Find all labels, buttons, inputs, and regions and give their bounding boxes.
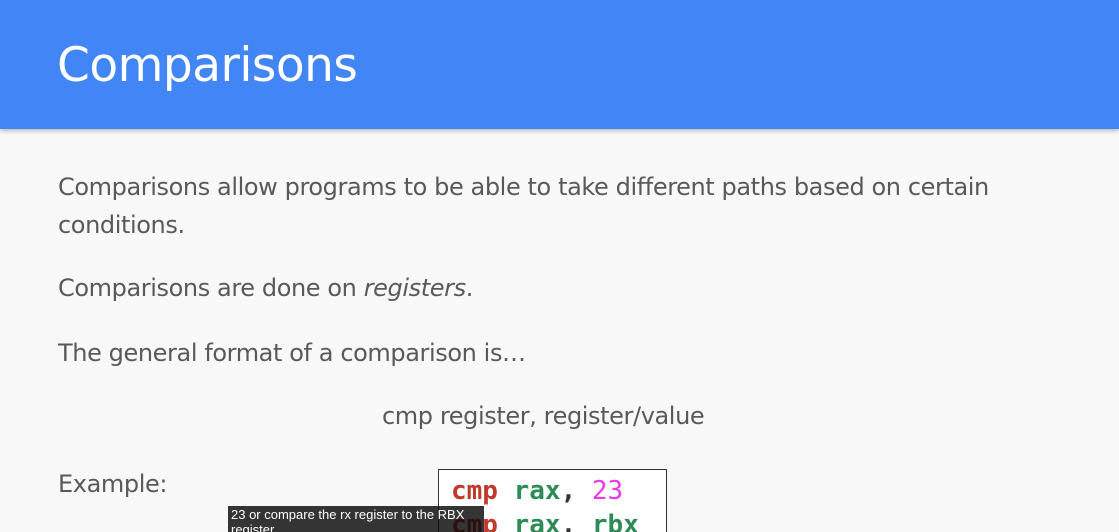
video-caption: 23 or compare the rx register to the RBX… <box>228 506 484 532</box>
code-register: rbx <box>591 510 639 532</box>
slide-header: Comparisons <box>0 0 1119 129</box>
format-syntax: cmp register, register/value <box>382 402 705 430</box>
slide: Comparisons Comparisons allow programs t… <box>0 0 1119 532</box>
paragraph-registers-suffix: . <box>465 274 474 302</box>
paragraph-registers: Comparisons are done on registers. <box>58 269 473 307</box>
code-register: rax <box>513 476 561 506</box>
code-number: 23 <box>591 476 624 506</box>
code-register: rax <box>513 510 561 532</box>
paragraph-registers-prefix: Comparisons are done on <box>58 274 364 302</box>
code-separator: , <box>560 510 592 532</box>
registers-emphasis: registers <box>363 274 466 302</box>
paragraph-comparisons-intro: Comparisons allow programs to be able to… <box>58 173 989 239</box>
code-separator: , <box>560 476 592 506</box>
code-line-1: cmp rax, 23 <box>451 474 666 508</box>
slide-title: Comparisons <box>57 38 358 93</box>
paragraph-general-format: The general format of a comparison is… <box>58 339 526 367</box>
example-label: Example: <box>58 470 168 498</box>
code-opcode: cmp <box>451 476 498 506</box>
